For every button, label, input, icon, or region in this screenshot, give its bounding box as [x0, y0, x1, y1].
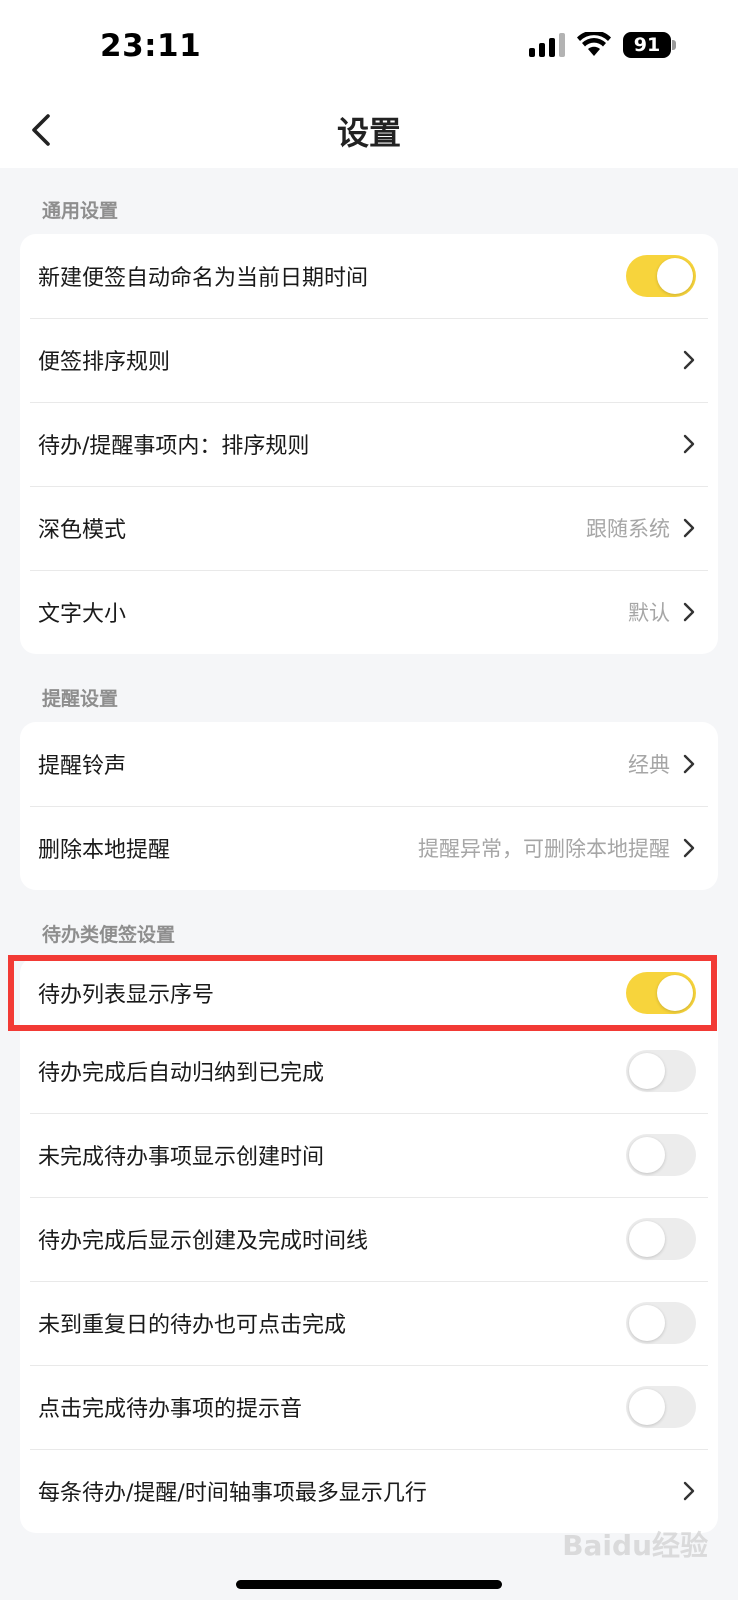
todo-settings-card: 待办列表显示序号 待办完成后自动归纳到已完成 未完成待办事项显示创建时间 待办完… [20, 957, 718, 1533]
chevron-right-icon [683, 754, 695, 774]
status-time: 23:11 [100, 28, 202, 64]
chevron-right-icon [683, 350, 695, 370]
wifi-icon [577, 32, 611, 56]
setting-label: 待办完成后自动归纳到已完成 [38, 1061, 325, 1086]
general-settings-card: 新建便签自动命名为当前日期时间 便签排序规则 待办/提醒事项内：排序规则 深色模… [20, 234, 718, 654]
setting-value: 默认 [628, 601, 670, 625]
setting-delete-local-reminder[interactable]: 删除本地提醒 提醒异常，可删除本地提醒 [20, 806, 718, 890]
show-todo-numbers-toggle[interactable] [626, 972, 696, 1014]
setting-label: 待办完成后显示创建及完成时间线 [38, 1229, 369, 1254]
setting-show-timeline[interactable]: 待办完成后显示创建及完成时间线 [20, 1197, 718, 1281]
home-indicator[interactable] [236, 1580, 502, 1589]
setting-label: 提醒铃声 [38, 754, 127, 779]
chevron-right-icon [683, 602, 695, 622]
setting-label: 待办列表显示序号 [38, 983, 215, 1008]
top-bar: 23:11 91 设置 [0, 0, 738, 168]
section-label-reminder: 提醒设置 [42, 688, 119, 710]
section-label-general: 通用设置 [42, 200, 119, 222]
chevron-right-icon [683, 518, 695, 538]
setting-ringtone[interactable]: 提醒铃声 经典 [20, 722, 718, 806]
auto-archive-toggle[interactable] [626, 1050, 696, 1092]
chevron-right-icon [683, 434, 695, 454]
setting-label: 新建便签自动命名为当前日期时间 [38, 266, 369, 291]
setting-label: 未到重复日的待办也可点击完成 [38, 1313, 347, 1338]
reminder-settings-card: 提醒铃声 经典 删除本地提醒 提醒异常，可删除本地提醒 [20, 722, 718, 890]
setting-label: 点击完成待办事项的提示音 [38, 1397, 303, 1422]
chevron-right-icon [683, 838, 695, 858]
setting-auto-name[interactable]: 新建便签自动命名为当前日期时间 [20, 234, 718, 318]
setting-max-lines[interactable]: 每条待办/提醒/时间轴事项最多显示几行 [20, 1449, 718, 1533]
setting-note-sort[interactable]: 便签排序规则 [20, 318, 718, 402]
setting-label: 深色模式 [38, 518, 127, 543]
status-icons: 91 [529, 32, 676, 58]
setting-auto-archive[interactable]: 待办完成后自动归纳到已完成 [20, 1029, 718, 1113]
complete-sound-toggle[interactable] [626, 1386, 696, 1428]
setting-dark-mode[interactable]: 深色模式 跟随系统 [20, 486, 718, 570]
setting-complete-sound[interactable]: 点击完成待办事项的提示音 [20, 1365, 718, 1449]
setting-value: 提醒异常，可删除本地提醒 [418, 837, 670, 861]
page-title: 设置 [336, 114, 401, 152]
setting-label: 便签排序规则 [38, 350, 171, 375]
setting-label: 删除本地提醒 [38, 838, 171, 863]
auto-name-toggle[interactable] [626, 255, 696, 297]
setting-show-create-time[interactable]: 未完成待办事项显示创建时间 [20, 1113, 718, 1197]
watermark: Baidu经验 [562, 1529, 708, 1562]
setting-value: 跟随系统 [586, 517, 670, 541]
battery-icon: 91 [623, 32, 676, 58]
chevron-right-icon [683, 1481, 695, 1501]
setting-label: 未完成待办事项显示创建时间 [38, 1145, 325, 1170]
setting-todo-sort[interactable]: 待办/提醒事项内：排序规则 [20, 402, 718, 486]
setting-complete-before-repeat[interactable]: 未到重复日的待办也可点击完成 [20, 1281, 718, 1365]
setting-value: 经典 [628, 753, 670, 777]
complete-before-repeat-toggle[interactable] [626, 1302, 696, 1344]
setting-label: 待办/提醒事项内：排序规则 [38, 434, 310, 459]
setting-font-size[interactable]: 文字大小 默认 [20, 570, 718, 654]
battery-level: 91 [623, 32, 671, 58]
setting-show-todo-numbers[interactable]: 待办列表显示序号 [20, 957, 718, 1029]
cellular-signal-icon [529, 33, 565, 57]
show-create-time-toggle[interactable] [626, 1134, 696, 1176]
setting-label: 文字大小 [38, 602, 127, 627]
show-timeline-toggle[interactable] [626, 1218, 696, 1260]
section-label-todo: 待办类便签设置 [42, 924, 176, 946]
setting-label: 每条待办/提醒/时间轴事项最多显示几行 [38, 1481, 427, 1506]
